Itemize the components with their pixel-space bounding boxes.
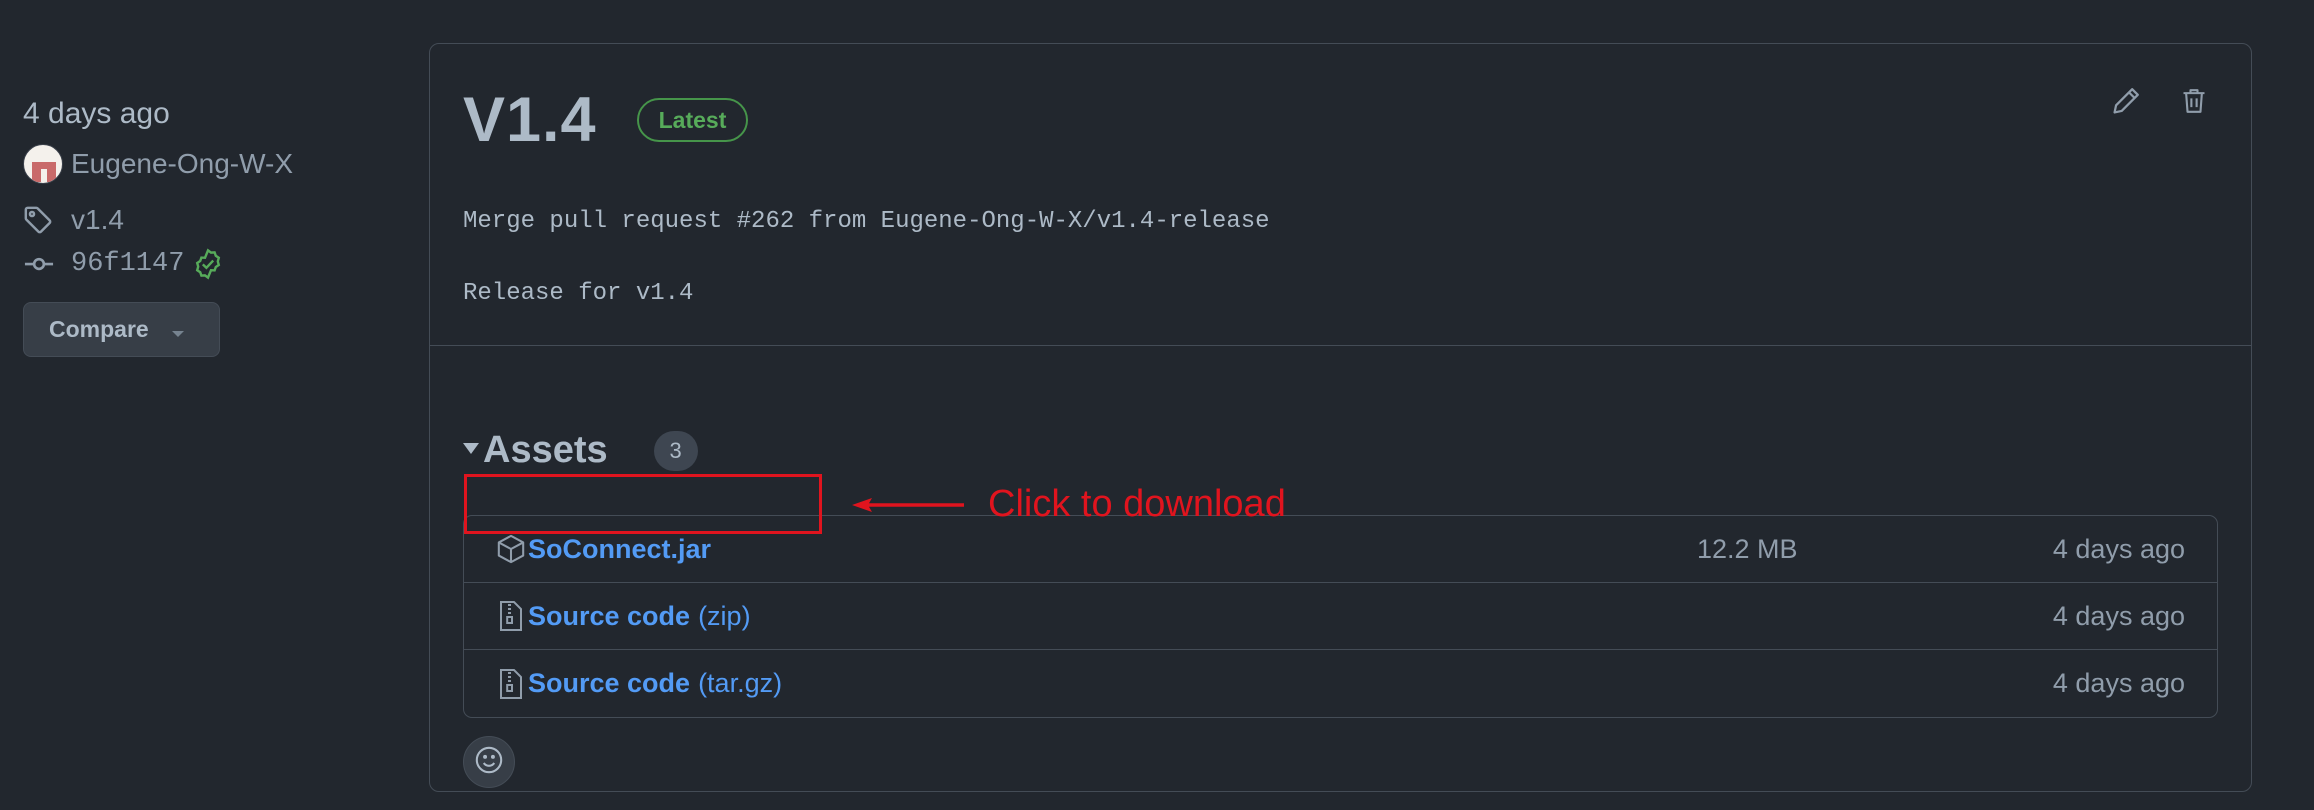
- release-card: V1.4 Latest Merge pull request #262 from…: [429, 43, 2252, 792]
- package-icon: [496, 534, 526, 564]
- assets-count-badge: 3: [653, 430, 698, 471]
- asset-list: SoConnect.jar 12.2 MB 4 days ago Source …: [463, 515, 2218, 718]
- annotation-text: Click to download: [988, 483, 1286, 525]
- asset-format[interactable]: (tar.gz): [698, 668, 782, 699]
- asset-size: 12.2 MB: [1697, 533, 1798, 564]
- highlight-box: [464, 474, 822, 534]
- trash-icon[interactable]: [2177, 84, 2211, 118]
- author-name[interactable]: Eugene-Ong-W-X: [71, 148, 293, 180]
- avatar[interactable]: [23, 144, 63, 184]
- tag-row[interactable]: v1.4: [23, 198, 403, 242]
- file-zip-icon: [496, 601, 526, 631]
- assets-toggle[interactable]: Assets: [463, 429, 608, 472]
- asset-name-link[interactable]: Source code: [528, 601, 690, 632]
- assets-title: Assets: [483, 429, 608, 471]
- author-row[interactable]: Eugene-Ong-W-X: [23, 142, 403, 186]
- asset-row[interactable]: Source code (tar.gz) 4 days ago: [464, 650, 2217, 717]
- asset-date: 4 days ago: [2052, 600, 2185, 631]
- release-sidebar: 4 days ago Eugene-Ong-W-X v1.4 96f1147 C…: [23, 90, 403, 357]
- release-date: 4 days ago: [23, 97, 170, 130]
- add-reaction-button[interactable]: [463, 736, 515, 788]
- assets-header: Assets 3: [463, 429, 698, 472]
- asset-date: 4 days ago: [2052, 668, 2185, 698]
- asset-name-link[interactable]: Source code: [528, 668, 690, 699]
- arrow-left-icon: [850, 490, 966, 525]
- tag-icon: [23, 200, 63, 240]
- compare-label: Compare: [49, 316, 149, 342]
- release-notes-line: Merge pull request #262 from Eugene-Ong-…: [463, 208, 1270, 235]
- release-title-row: V1.4 Latest: [463, 84, 749, 156]
- release-notes-line: Release for v1.4: [463, 280, 694, 307]
- asset-row[interactable]: Source code (zip) 4 days ago: [464, 583, 2217, 650]
- latest-badge: Latest: [636, 98, 749, 142]
- release-notes: Merge pull request #262 from Eugene-Ong-…: [463, 204, 1270, 312]
- commit-sha[interactable]: 96f1147: [71, 249, 184, 279]
- triangle-down-icon: [463, 441, 479, 460]
- pencil-icon[interactable]: [2109, 84, 2143, 118]
- asset-date: 4 days ago: [2052, 533, 2185, 564]
- chevron-down-icon: [171, 318, 185, 345]
- tag-name[interactable]: v1.4: [71, 204, 124, 236]
- asset-name-link[interactable]: SoConnect.jar: [528, 534, 711, 565]
- release-header: V1.4 Latest Merge pull request #262 from…: [430, 44, 2251, 346]
- compare-button[interactable]: Compare: [23, 302, 220, 357]
- commit-row[interactable]: 96f1147: [23, 242, 403, 286]
- verified-check-icon[interactable]: [192, 248, 224, 280]
- release-actions: [2109, 84, 2211, 118]
- file-zip-icon: [496, 668, 526, 699]
- release-page: 4 days ago Eugene-Ong-W-X v1.4 96f1147 C…: [0, 0, 2314, 810]
- smiley-icon: [474, 745, 504, 780]
- release-title[interactable]: V1.4: [463, 84, 597, 156]
- asset-format[interactable]: (zip): [698, 601, 751, 632]
- commit-icon: [23, 244, 63, 284]
